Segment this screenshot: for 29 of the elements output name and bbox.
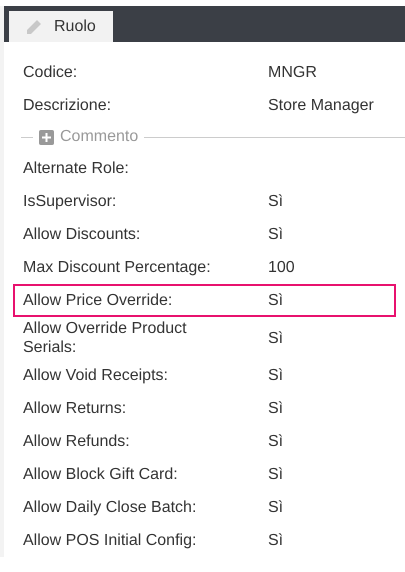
field-label: Allow Override Product Serials: — [23, 319, 188, 357]
field-label: Allow POS Initial Config: — [23, 531, 198, 550]
field-value: Sì — [268, 291, 284, 310]
field-label: Allow Daily Close Batch: — [23, 498, 198, 517]
field-value: Store Manager — [268, 96, 374, 115]
field-label: Allow Block Gift Card: — [23, 465, 179, 484]
field-label: Allow Returns: — [23, 399, 128, 418]
field-label: Allow Refunds: — [23, 432, 131, 451]
field-value: Sì — [268, 366, 284, 385]
field-label: Descrizione: — [23, 96, 112, 115]
field-label: Allow Price Override: — [23, 291, 174, 310]
field-label: Alternate Role: — [23, 159, 130, 178]
field-label: Max Discount Percentage: — [23, 258, 212, 277]
field-value: Sì — [268, 432, 284, 451]
field-value: Sì — [268, 192, 284, 211]
field-value: Sì — [268, 498, 284, 517]
field-label: Allow Discounts: — [23, 225, 142, 244]
field-value: Sì — [268, 531, 284, 550]
plus-icon — [39, 130, 54, 144]
field-value: Sì — [268, 465, 284, 484]
field-value: Sì — [268, 225, 284, 244]
tab[interactable]: Ruolo — [9, 11, 113, 42]
field-value: 100 — [268, 258, 295, 277]
field-label: IsSupervisor: — [23, 192, 118, 211]
field-label: Allow Void Receipts: — [23, 366, 169, 385]
field-value: Sì — [268, 328, 284, 348]
field-value: MNGR — [268, 63, 317, 82]
field-value: Sì — [268, 399, 284, 418]
field-label: Codice: — [23, 63, 78, 82]
